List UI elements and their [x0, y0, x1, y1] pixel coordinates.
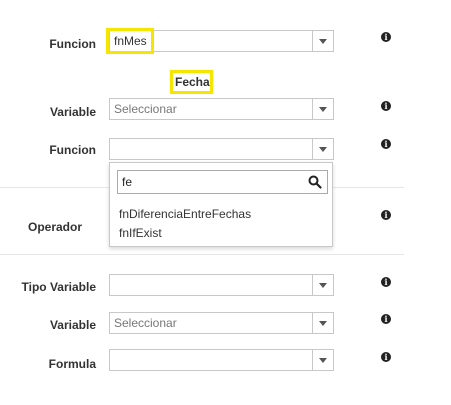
search-icon[interactable]	[308, 175, 322, 189]
dropdown-option[interactable]: fnIfExist	[119, 226, 162, 240]
info-icon[interactable]: i	[381, 352, 391, 362]
tipo-variable-label: Tipo Variable	[21, 280, 96, 294]
chevron-down-icon	[319, 321, 327, 326]
chevron-down-icon	[319, 358, 327, 363]
funcion-label: Funcion	[49, 37, 96, 51]
info-icon[interactable]: i	[381, 139, 391, 149]
variable-select[interactable]: Seleccionar	[109, 312, 334, 334]
tipo-variable-select-toggle[interactable]	[312, 275, 333, 295]
info-icon[interactable]: i	[381, 101, 391, 111]
info-icon[interactable]: i	[381, 277, 391, 287]
formula-select[interactable]	[109, 349, 334, 371]
variable-label: Variable	[49, 318, 96, 332]
variable-select-toggle[interactable]	[312, 99, 333, 119]
funcion-select-toggle[interactable]	[312, 31, 333, 51]
funcion-label: Funcion	[49, 143, 96, 157]
dropdown-search-value: fe	[122, 175, 133, 189]
dropdown-search-input[interactable]: fe	[117, 170, 328, 194]
variable-select-toggle[interactable]	[312, 313, 333, 333]
info-icon[interactable]: i	[381, 210, 391, 220]
section-divider	[0, 254, 404, 255]
chevron-down-icon	[319, 107, 327, 112]
tipo-variable-select[interactable]	[109, 274, 334, 296]
formula-label: Formula	[48, 357, 96, 371]
variable-select[interactable]: Seleccionar	[109, 98, 334, 120]
variable-label: Variable	[49, 105, 96, 119]
highlight-fecha	[170, 70, 213, 94]
dropdown-option[interactable]: fnDiferenciaEntreFechas	[119, 207, 251, 221]
funcion-select-open[interactable]	[109, 138, 334, 160]
chevron-down-icon	[319, 39, 327, 44]
info-icon[interactable]: i	[381, 32, 391, 42]
chevron-down-icon	[319, 147, 327, 152]
variable-select-placeholder: Seleccionar	[114, 316, 177, 330]
highlight-fnmes	[106, 28, 154, 54]
variable-select-placeholder: Seleccionar	[114, 102, 177, 116]
chevron-down-icon	[319, 283, 327, 288]
info-icon[interactable]: i	[381, 314, 391, 324]
funcion-select-toggle[interactable]	[312, 139, 333, 159]
formula-select-toggle[interactable]	[312, 350, 333, 370]
operador-label: Operador	[27, 220, 82, 234]
funcion-dropdown: fe fnDiferenciaEntreFechas fnIfExist	[109, 162, 333, 247]
